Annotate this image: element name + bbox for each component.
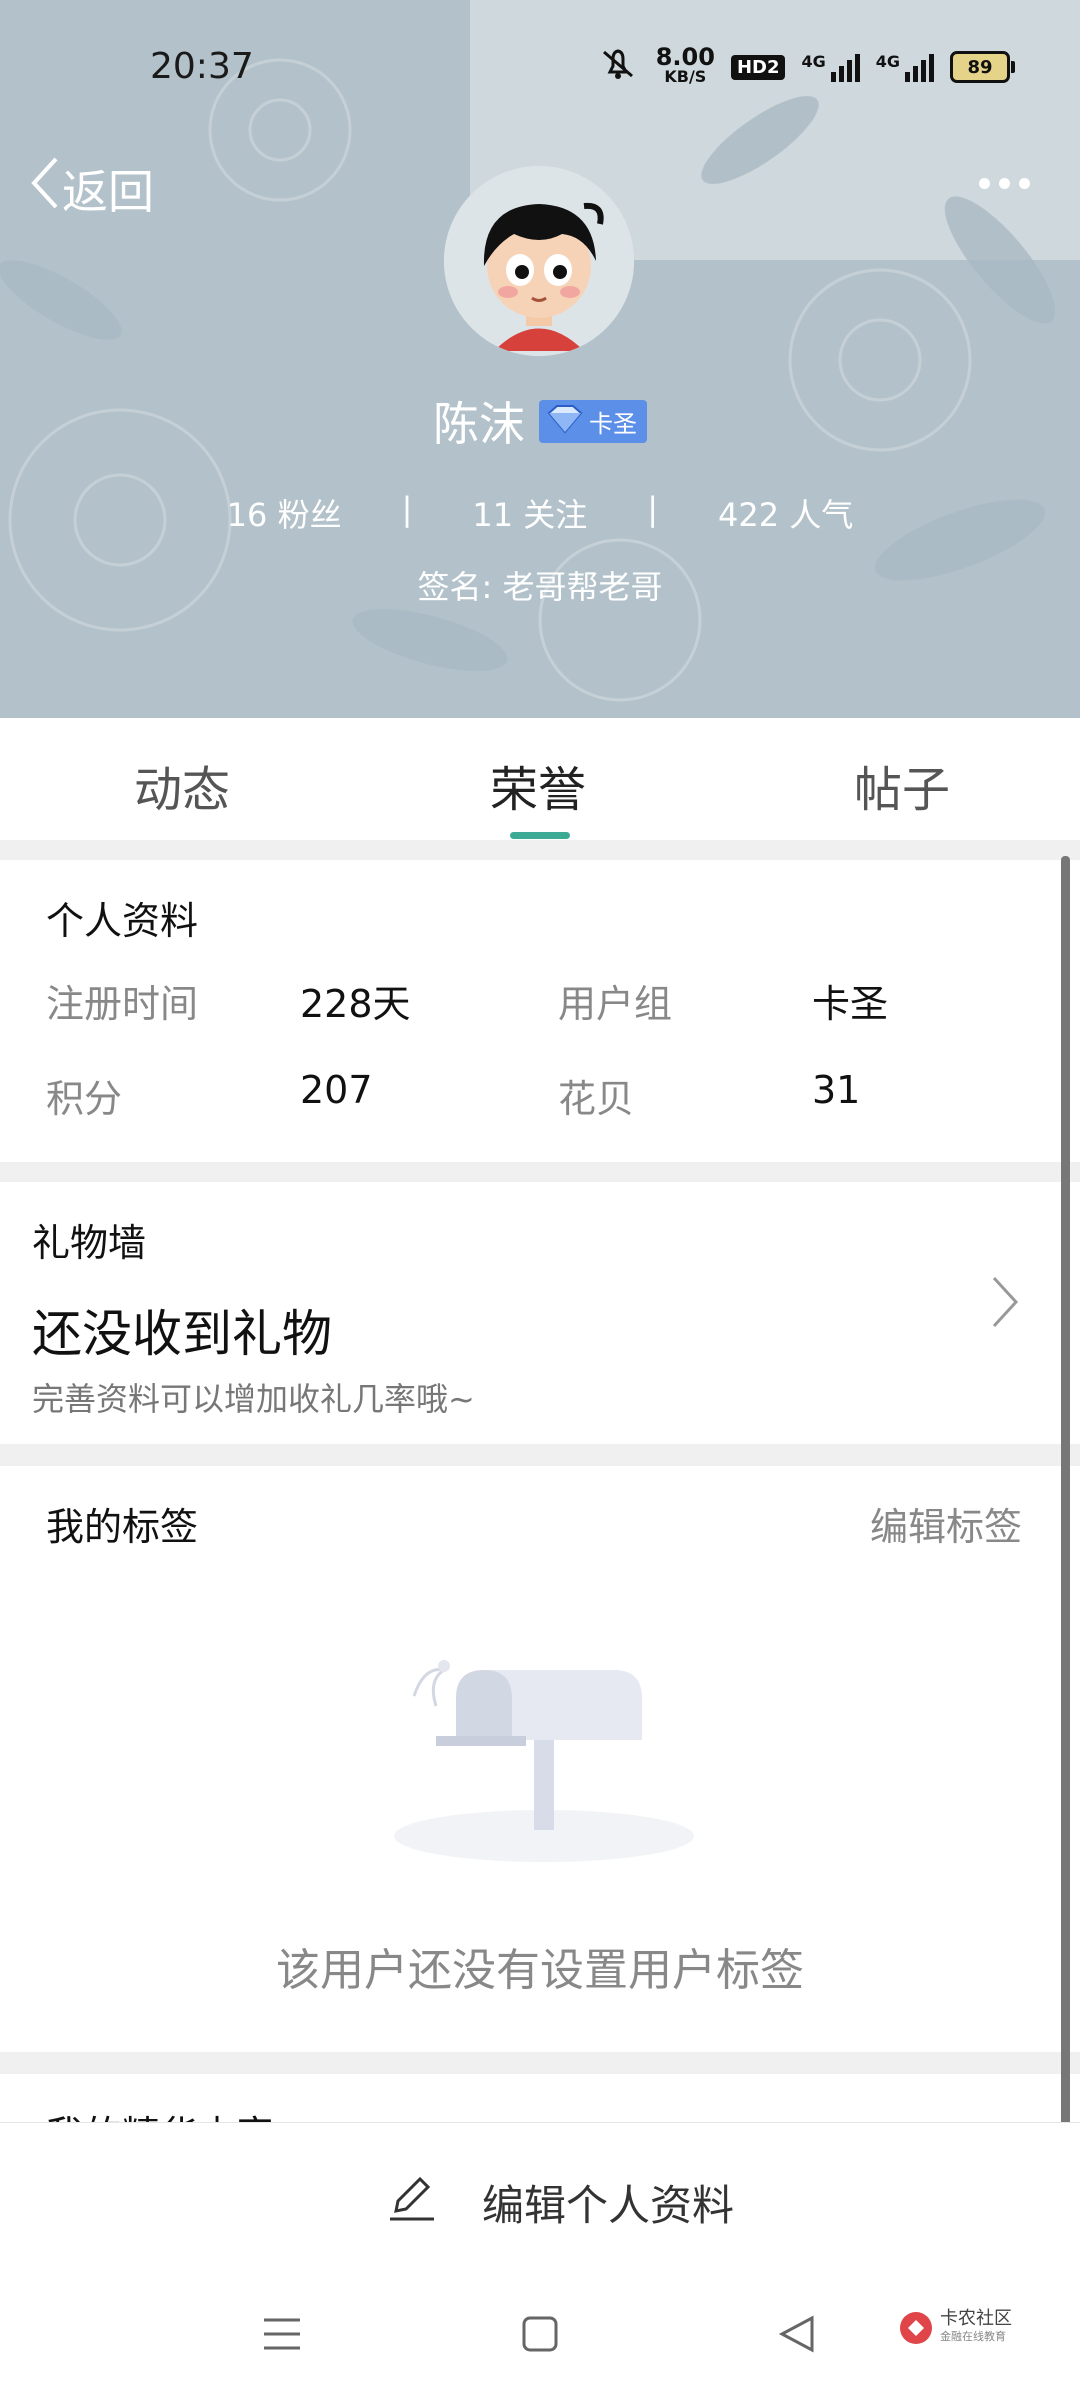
- back-button[interactable]: 返回: [28, 155, 154, 222]
- tab-feed[interactable]: 动态: [134, 750, 230, 820]
- badge-label: 卡圣: [589, 409, 637, 438]
- menu-icon[interactable]: [262, 2314, 302, 2358]
- hd-badge: HD2: [730, 54, 786, 80]
- watermark-logo: 卡农社区 金融在线教育: [898, 2310, 1012, 2346]
- watermark-name: 卡农社区: [940, 2308, 1012, 2329]
- signal-icon: 4G: [801, 52, 860, 82]
- username: 陈沫: [433, 397, 525, 451]
- diamond-icon: [545, 404, 585, 438]
- signal-label-2: 4G: [875, 52, 900, 71]
- net-speed-value: 8.00: [655, 43, 715, 71]
- mute-bell-icon: [596, 46, 640, 88]
- profile-header: 20:37 8.00 KB/S HD2 4G 4G 89 返回 陈沫 卡圣 16…: [0, 0, 1080, 718]
- field-label: 注册时间: [46, 982, 199, 1026]
- stat-popularity: 422 人气: [718, 490, 853, 536]
- stats-row: 16 粉丝 | 11 关注 | 422 人气: [0, 490, 1080, 536]
- avatar-image: [444, 166, 634, 356]
- divider: [0, 840, 1080, 860]
- avatar[interactable]: [444, 166, 634, 356]
- tags-title: 我的标签: [46, 1505, 199, 1549]
- featured-content-section: 我的精华内容: [0, 2074, 1056, 2122]
- net-speed: 8.00 KB/S: [655, 43, 715, 87]
- featured-title: 我的精华内容: [46, 2104, 274, 2122]
- divider: |: [401, 490, 413, 528]
- net-speed-unit: KB/S: [664, 67, 707, 86]
- field-value: 207: [300, 1068, 373, 1112]
- tab-honors[interactable]: 荣誉: [490, 750, 586, 820]
- tags-empty-text: 该用户还没有设置用户标签: [276, 1945, 804, 1996]
- watermark-sub: 金融在线教育: [940, 2330, 1006, 2343]
- back-label: 返回: [62, 164, 154, 219]
- system-nav-bar: 卡农社区 金融在线教育: [0, 2280, 1080, 2400]
- chevron-left-icon: [28, 155, 62, 222]
- tags-section: 我的标签 编辑标签 该用户还没有设置用户标签: [0, 1466, 1056, 2052]
- home-icon[interactable]: [520, 2314, 560, 2358]
- field-label: 用户组: [558, 982, 673, 1026]
- user-group-badge: 卡圣: [539, 399, 647, 443]
- tab-posts[interactable]: 帖子: [854, 750, 950, 820]
- signal-label: 4G: [801, 52, 826, 71]
- username-row: 陈沫 卡圣: [0, 388, 1080, 454]
- stat-value: 422: [718, 496, 780, 534]
- more-dot-icon: [979, 178, 990, 189]
- divider: [0, 2052, 1080, 2074]
- more-dot-icon: [999, 178, 1010, 189]
- watermark-icon: [900, 2312, 932, 2344]
- gift-wall-section[interactable]: 礼物墙 还没收到礼物 完善资料可以增加收礼几率哦~: [0, 1182, 1056, 1444]
- tab-bar: 动态 荣誉 帖子: [0, 718, 1080, 840]
- gift-wall-headline: 还没收到礼物: [32, 1305, 332, 1363]
- field-value: 228天: [300, 982, 411, 1026]
- tab-active-indicator: [510, 832, 570, 839]
- back-triangle-icon[interactable]: [778, 2314, 818, 2358]
- pencil-icon: [386, 2171, 438, 2233]
- bottom-action-bar: 编辑个人资料: [0, 2122, 1080, 2281]
- stat-following[interactable]: 11 关注: [472, 490, 587, 536]
- battery-icon: 89: [950, 51, 1015, 83]
- scrollbar[interactable]: [1061, 856, 1070, 2126]
- more-dot-icon: [1019, 178, 1030, 189]
- gift-wall-hint: 完善资料可以增加收礼几率哦~: [32, 1380, 475, 1418]
- status-time: 20:37: [150, 46, 254, 87]
- field-value: 卡圣: [812, 982, 889, 1026]
- stat-label: 关注: [523, 496, 588, 534]
- stat-value: 11: [472, 496, 514, 534]
- status-icons: 8.00 KB/S HD2 4G 4G 89: [596, 43, 1015, 88]
- stat-label: 人气: [789, 496, 854, 534]
- edit-profile-label: 编辑个人资料: [482, 2180, 735, 2230]
- divider: |: [647, 490, 659, 528]
- divider: [0, 1162, 1080, 1182]
- stat-followers[interactable]: 16 粉丝: [227, 490, 342, 536]
- profile-title: 个人资料: [46, 899, 199, 943]
- divider: [0, 1444, 1080, 1466]
- floral-background: [0, 0, 1080, 718]
- stat-value: 16: [226, 496, 268, 534]
- field-value: 31: [812, 1068, 861, 1112]
- gift-wall-title: 礼物墙: [32, 1221, 147, 1265]
- field-label: 积分: [46, 1077, 123, 1121]
- edit-profile-button[interactable]: 编辑个人资料: [386, 2171, 734, 2233]
- chevron-right-icon: [990, 1274, 1020, 1334]
- signature: 签名: 老哥帮老哥: [417, 568, 663, 606]
- field-label: 花贝: [558, 1077, 635, 1121]
- profile-section: 个人资料 注册时间 228天 用户组 卡圣 积分 207 花贝 31: [0, 860, 1056, 1162]
- more-options-button[interactable]: [979, 178, 1030, 189]
- edit-tags-link[interactable]: 编辑标签: [870, 1496, 1022, 1551]
- empty-mailbox-icon: [384, 1636, 704, 1870]
- stat-label: 粉丝: [277, 496, 342, 534]
- signal-icon-2: 4G: [876, 52, 934, 82]
